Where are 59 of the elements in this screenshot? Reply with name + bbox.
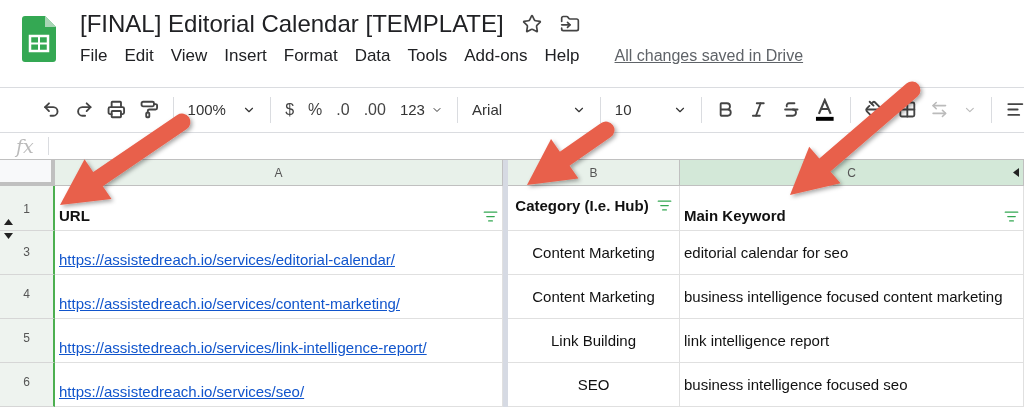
url-link[interactable]: https://assistedreach.io/services/link-intelligence-report/ [59,339,427,356]
header-text: Main Keyword [684,207,786,224]
menu-item[interactable]: Data [354,46,391,66]
decrease-decimals-button[interactable]: .0 [336,101,350,119]
cell-text: Content Marketing [532,288,655,305]
percent-button[interactable]: % [308,101,323,119]
menu-item[interactable]: Format [283,46,338,66]
star-icon[interactable] [521,14,542,34]
number-format-dropdown[interactable]: 123 [399,101,444,119]
cell-text: SEO [577,376,610,393]
filter-icon[interactable] [656,197,672,213]
cell-text: Link Building [550,332,637,349]
sheets-logo-icon[interactable] [22,16,56,62]
save-status-link[interactable]: All changes saved in Drive [614,47,804,65]
zoom-dropdown[interactable]: 100% [187,101,257,119]
url-link[interactable]: https://assistedreach.io/services/editorial-calendar/ [59,251,395,268]
row-header[interactable]: 4 [0,275,55,319]
formula-label: fx [16,134,34,157]
text-color-icon[interactable] [814,98,836,122]
menu-item[interactable]: Add-ons [464,46,528,66]
column-header[interactable]: A [55,160,503,186]
cell-text: Content Marketing [532,244,655,261]
font-dropdown[interactable]: Arial [472,101,586,119]
row-header[interactable]: 3 [0,231,55,275]
menu-item[interactable]: File [80,46,108,66]
cell-text: editorial calendar for seo [684,244,849,261]
paint-format-icon[interactable] [139,100,159,120]
header-text: Category (I.e. Hub) [515,196,649,214]
row-header[interactable]: 1 [0,186,55,231]
font-size-dropdown[interactable]: 10 [614,101,688,119]
italic-icon[interactable] [749,100,768,120]
document-title[interactable]: [FINAL] Editorial Calendar [TEMPLATE] [80,10,504,38]
borders-icon[interactable] [897,100,917,120]
row-header[interactable]: 5 [0,319,55,363]
redo-icon[interactable] [74,100,94,120]
currency-button[interactable]: $ [285,101,295,119]
triangle-up-icon[interactable] [4,219,13,225]
header-text: URL [59,207,90,224]
move-folder-icon[interactable] [559,14,580,34]
triangle-down-icon[interactable] [4,233,13,239]
cell-text: link intelligence report [684,332,830,349]
menu-item[interactable]: Edit [124,46,154,66]
menu-item[interactable]: Tools [407,46,448,66]
menu-item[interactable]: View [170,46,208,66]
undo-icon[interactable] [42,100,61,120]
menu-item[interactable]: Help [544,46,580,66]
filter-icon[interactable] [1004,209,1019,224]
increase-decimals-button[interactable]: .00 [363,101,386,119]
cell-text: business intelligence focused seo [684,376,908,393]
url-link[interactable]: https://assistedreach.io/services/content-marketing/ [59,295,400,312]
url-link[interactable]: https://assistedreach.io/services/seo/ [59,383,305,400]
filter-icon[interactable] [483,209,498,224]
row-header[interactable]: 6 [0,363,55,407]
cell-text: business intelligence focused content marketing [684,288,1003,305]
merge-cells-icon[interactable] [930,100,949,120]
strikethrough-icon[interactable] [781,100,801,120]
collapse-caret-icon[interactable] [1013,168,1019,177]
menu-item[interactable]: Insert [224,46,267,66]
print-icon[interactable] [107,100,126,120]
